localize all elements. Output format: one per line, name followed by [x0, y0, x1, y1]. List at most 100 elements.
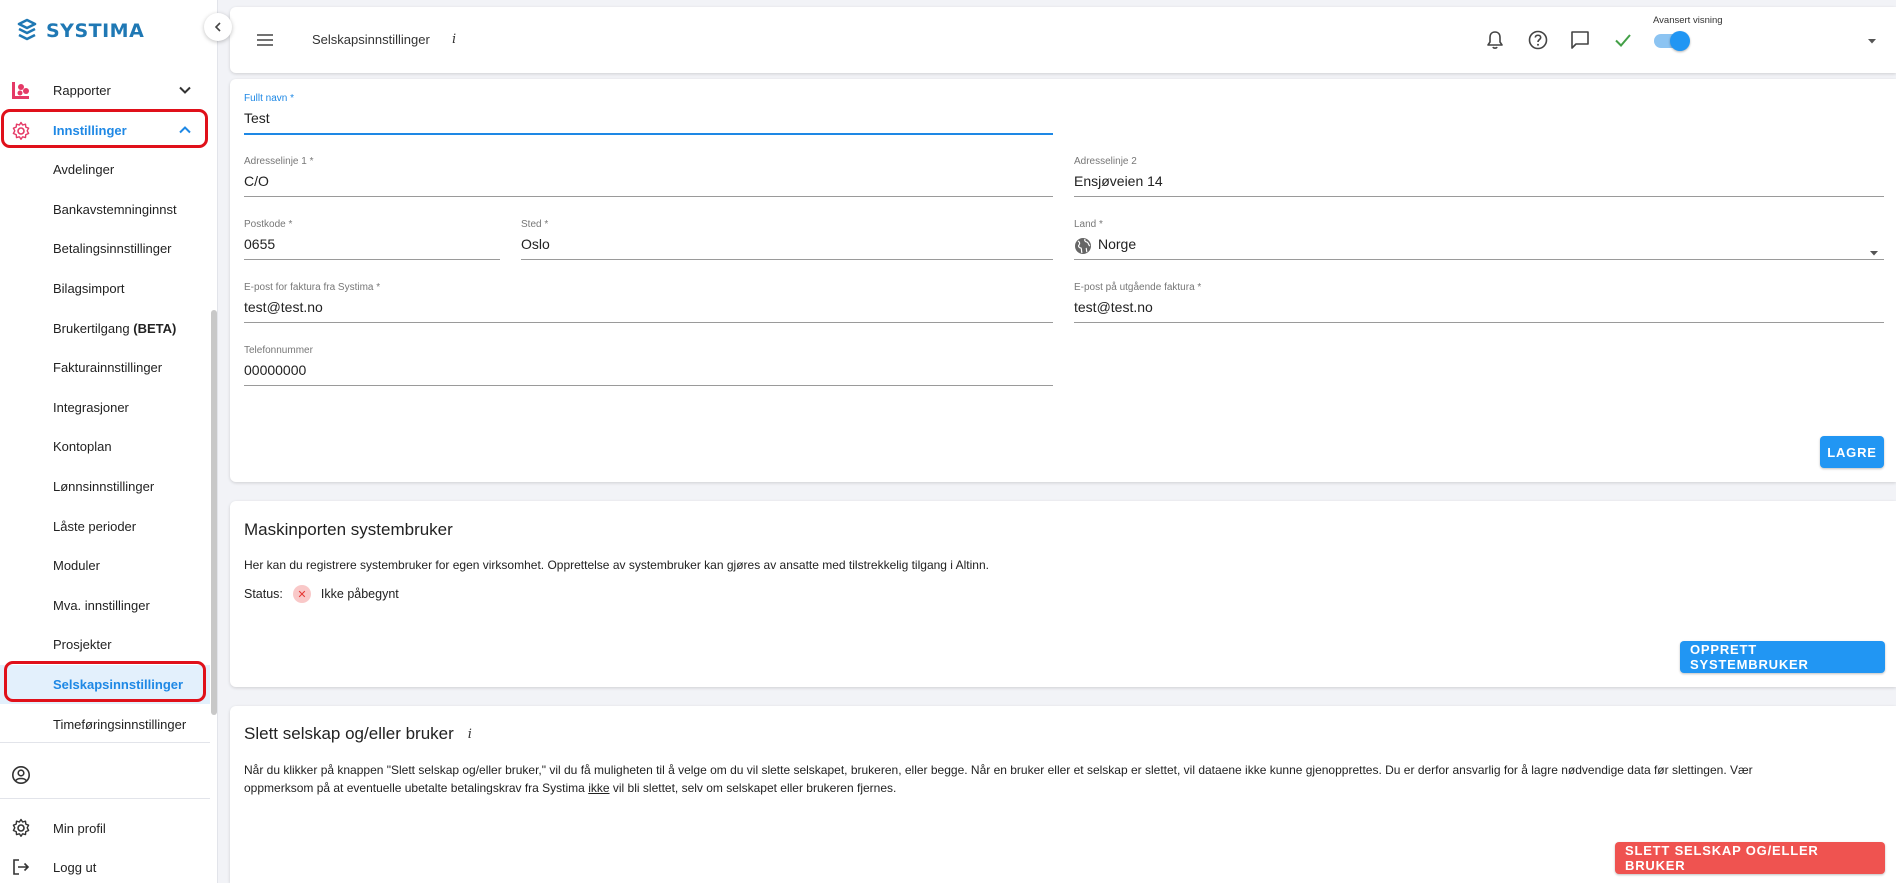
field-value: test@test.no — [1074, 299, 1153, 315]
sidebar-item-label: Rapporter — [53, 82, 111, 98]
status-error-icon: ✕ — [292, 585, 311, 603]
field-underline — [1074, 196, 1884, 197]
advanced-view-label: Avansert visning — [1653, 15, 1723, 26]
caret-down-icon — [1870, 251, 1878, 256]
sidebar-item-mva-innstillinger[interactable]: Mva. innstillinger — [0, 586, 210, 626]
field-underline — [1074, 322, 1884, 323]
country-select[interactable]: Land * Norge — [1074, 219, 1884, 260]
field-underline — [244, 133, 1053, 135]
sidebar-item-label: Brukertilgang — [53, 320, 130, 336]
info-icon[interactable]: i — [468, 727, 472, 742]
sidebar-item-fakturainnstillinger[interactable]: Fakturainnstillinger — [0, 348, 210, 388]
field-value: Norge — [1098, 236, 1137, 252]
field-label: Postkode * — [244, 219, 293, 230]
collapse-sidebar-button[interactable] — [204, 13, 232, 41]
sidebar-item-label: Logg ut — [53, 859, 97, 875]
address2-field[interactable]: Adresselinje 2 Ensjøveien 14 — [1074, 156, 1884, 197]
postcode-field[interactable]: Postkode * 0655 — [244, 219, 500, 260]
field-value: 00000000 — [244, 362, 307, 378]
sidebar-item-prosjekter[interactable]: Prosjekter — [0, 625, 210, 665]
systima-logo-icon — [17, 18, 37, 41]
check-icon[interactable] — [1612, 29, 1634, 51]
field-label: Sted * — [521, 219, 549, 230]
page-title: Selskapsinnstillinger — [312, 32, 430, 47]
systima-logo[interactable]: SYSTIMA — [16, 18, 144, 44]
field-label: Land * — [1074, 219, 1103, 230]
create-system-user-button[interactable]: OPPRETT SYSTEMBRUKER — [1680, 641, 1885, 673]
sidebar-item-brukertilgang[interactable]: Brukertilgang (BETA) — [0, 308, 210, 348]
top-header: Selskapsinnstillinger i Avansert visning — [230, 7, 1896, 73]
field-underline — [1074, 259, 1884, 260]
sidebar-item-moduler[interactable]: Moduler — [0, 546, 210, 586]
divider — [0, 742, 210, 743]
account-button[interactable] — [0, 758, 210, 792]
sidebar-item-avdelinger[interactable]: Avdelinger — [0, 150, 210, 190]
sidebar-item-timeforingsinnstillinger[interactable]: Timeføringsinnstillinger — [0, 704, 210, 744]
divider — [0, 798, 210, 799]
delete-text-line2c: vil bli slettet, selv om selskapet eller… — [612, 781, 897, 795]
toggle-knob — [1670, 31, 1690, 51]
sidebar-item-rapporter[interactable]: Rapporter — [0, 70, 210, 110]
sidebar-item-innstillinger[interactable]: Innstillinger — [0, 110, 210, 150]
chevron-up-icon[interactable] — [178, 123, 192, 137]
phone-field[interactable]: Telefonnummer 00000000 — [244, 345, 1053, 386]
chevron-left-icon — [214, 22, 221, 32]
sidebar-item-integrasjoner[interactable]: Integrasjoner — [0, 388, 210, 428]
sidebar-item-logg-ut[interactable]: Logg ut — [0, 850, 210, 883]
address1-field[interactable]: Adresselinje 1 * C/O — [244, 156, 1053, 197]
save-button[interactable]: LAGRE — [1820, 436, 1884, 468]
sidebar-item-betalingsinnstillinger[interactable]: Betalingsinnstillinger — [0, 229, 210, 269]
sidebar-item-selskapsinnstillinger[interactable]: Selskapsinnstillinger — [0, 664, 210, 705]
delete-company-card: Slett selskap og/eller bruker i Når du k… — [230, 706, 1896, 883]
field-label: Adresselinje 1 * — [244, 156, 314, 167]
delete-description: Når du klikker på knappen "Slett selskap… — [244, 761, 1884, 797]
field-value: Oslo — [521, 236, 550, 252]
status-row: Status: ✕ Ikke påbegynt — [244, 585, 399, 603]
field-value: Test — [244, 110, 270, 126]
field-label: Telefonnummer — [244, 345, 313, 356]
delete-text-emphasis: ikke — [588, 781, 610, 795]
beta-badge: (BETA) — [133, 320, 177, 336]
chart-icon — [12, 82, 29, 99]
sidebar-nav: Rapporter Innstillinger Avdelinger Banka… — [0, 70, 210, 744]
field-label: Adresselinje 2 — [1074, 156, 1137, 167]
sidebar-item-laste-perioder[interactable]: Låste perioder — [0, 506, 210, 546]
maskinporten-title: Maskinporten systembruker — [244, 520, 453, 539]
field-label: E-post for faktura fra Systima * — [244, 282, 381, 293]
field-underline — [244, 322, 1053, 323]
field-value: C/O — [244, 173, 269, 189]
delete-title: Slett selskap og/eller bruker — [244, 724, 454, 743]
status-label: Status: — [244, 587, 283, 601]
delete-text-line1: Når du klikker på knappen "Slett selskap… — [244, 763, 1753, 777]
field-value: 0655 — [244, 236, 276, 252]
bell-icon[interactable] — [1484, 29, 1506, 51]
sidebar-item-kontoplan[interactable]: Kontoplan — [0, 427, 210, 467]
sidebar-item-lonnsinnstillinger[interactable]: Lønnsinnstillinger — [0, 467, 210, 507]
status-value: Ikke påbegynt — [320, 587, 399, 601]
field-value: Ensjøveien 14 — [1074, 173, 1163, 189]
field-value: test@test.no — [244, 299, 323, 315]
invoice-email-from-field[interactable]: E-post for faktura fra Systima * test@te… — [244, 282, 1053, 323]
field-underline — [521, 259, 1053, 260]
chat-icon[interactable] — [1569, 29, 1591, 51]
sidebar-item-bankavstemminginnst[interactable]: Bankavstemninginnst — [0, 190, 210, 230]
sidebar: SYSTIMA Rapporter Innstillinger Avdeling… — [0, 0, 218, 883]
full-name-field[interactable]: Fullt navn * Test — [244, 93, 1053, 135]
sidebar-item-min-profil[interactable]: Min profil — [0, 811, 210, 845]
delete-company-button[interactable]: SLETT SELSKAP OG/ELLER BRUKER — [1615, 842, 1885, 874]
menu-icon[interactable] — [255, 30, 275, 50]
company-info-card: Fullt navn * Test Adresselinje 1 * C/O A… — [230, 79, 1896, 482]
chevron-down-icon[interactable] — [178, 83, 192, 97]
help-icon[interactable] — [1527, 29, 1549, 51]
sidebar-item-bilagsimport[interactable]: Bilagsimport — [0, 269, 210, 309]
sidebar-item-label: Min profil — [53, 820, 106, 836]
info-icon[interactable]: i — [452, 32, 456, 47]
city-field[interactable]: Sted * Oslo — [521, 219, 1053, 260]
settings-gear-icon — [12, 818, 30, 837]
caret-down-icon[interactable] — [1866, 35, 1878, 47]
field-underline — [244, 196, 1053, 197]
account-circle-icon — [12, 766, 30, 784]
advanced-view-toggle[interactable] — [1654, 31, 1690, 51]
sidebar-scrollbar[interactable] — [211, 310, 217, 715]
invoice-email-out-field[interactable]: E-post på utgående faktura * test@test.n… — [1074, 282, 1884, 323]
